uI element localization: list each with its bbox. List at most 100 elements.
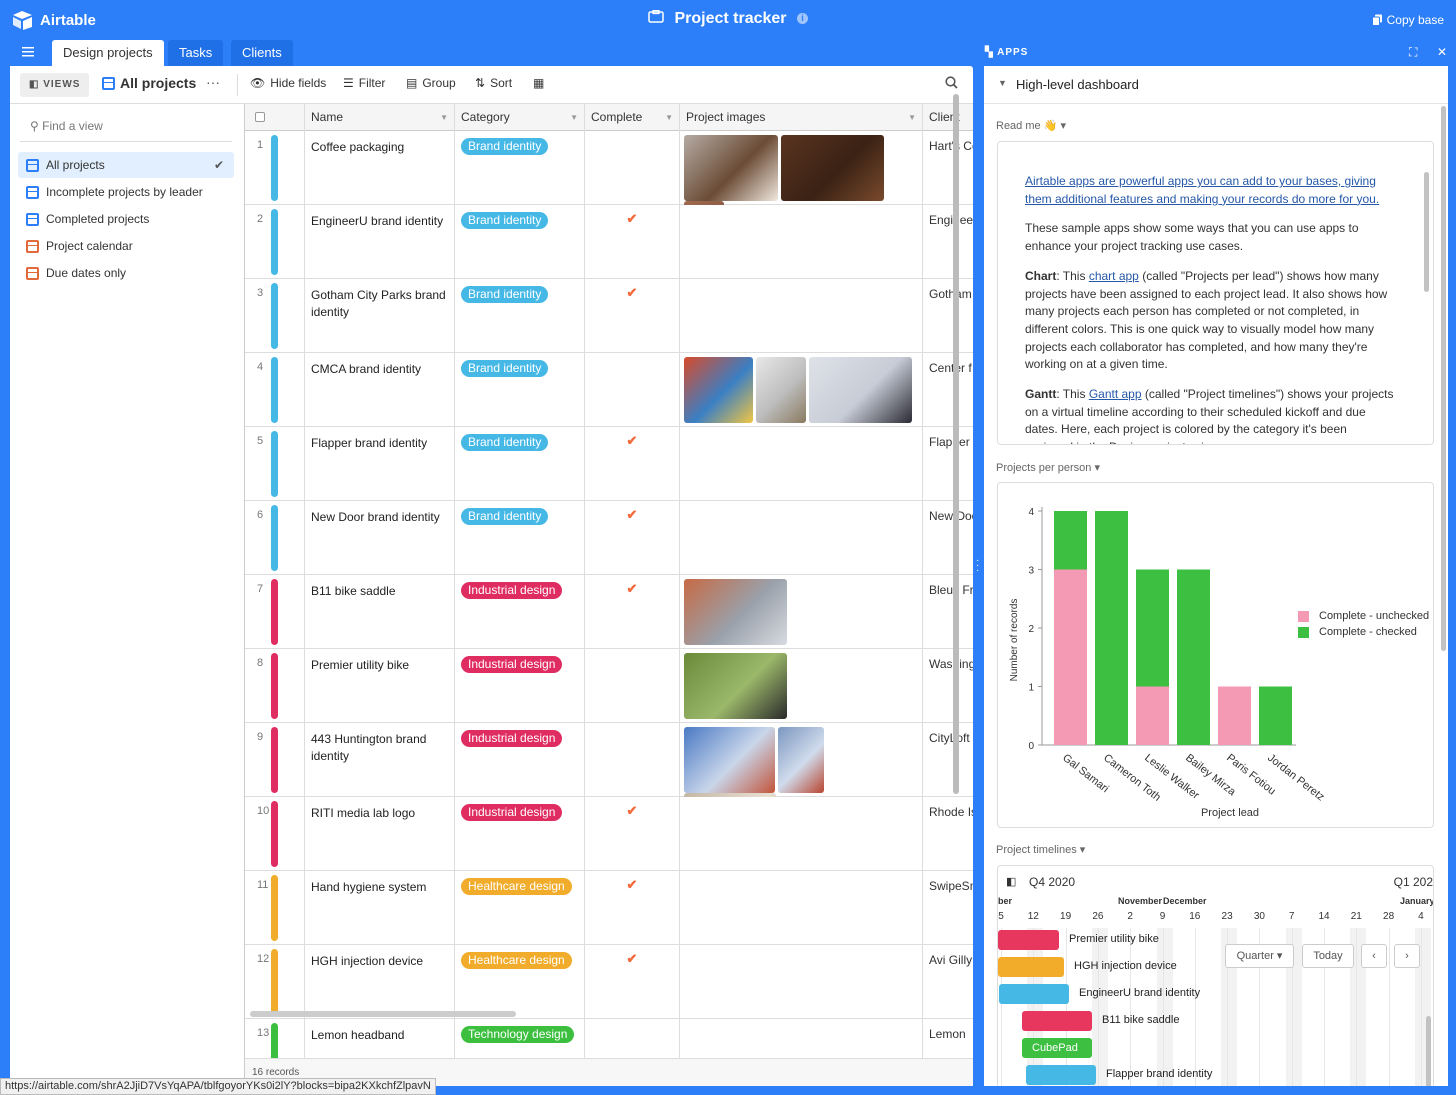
client-cell[interactable]: Center f [923,353,973,427]
category-cell[interactable]: Brand identity [455,205,585,279]
chevron-down-icon[interactable]: ▾ [1057,120,1066,132]
project-images-cell[interactable] [680,723,923,797]
base-title[interactable]: Project tracker i [0,9,1456,28]
name-cell[interactable]: RITI media lab logo [305,797,455,871]
client-cell[interactable]: SwipeSm [923,871,973,945]
column-header-complete[interactable]: Complete ▼ [585,104,680,131]
client-cell[interactable]: Rhode Is [923,797,973,871]
complete-cell[interactable]: ✔ [585,501,680,575]
table-row[interactable]: 11 Hand hygiene system Healthcare design ✔ S… [245,871,973,945]
project-images-cell[interactable] [680,871,923,945]
readme-scrollbar[interactable] [1424,172,1429,292]
column-header-client[interactable]: Client [923,104,973,131]
fullscreen-icon[interactable]: ⛶ [1409,45,1417,60]
client-cell[interactable]: EngineerU [923,205,973,279]
chart-app-label[interactable]: Projects per person ▾ [996,461,1100,474]
gantt-scrollbar[interactable] [1426,1016,1431,1086]
project-images-cell[interactable] [680,427,923,501]
complete-cell[interactable]: ✔ [585,797,680,871]
complete-cell[interactable] [585,131,680,205]
gantt-sidebar-toggle-icon[interactable]: ◧ [1006,875,1016,888]
project-images-cell[interactable] [680,501,923,575]
current-view-switcher[interactable]: All projects [102,75,196,91]
gantt-bar[interactable] [1026,1065,1096,1085]
complete-cell[interactable]: ✔ [585,575,680,649]
sidebar-view-project-calendar[interactable]: Project calendar [18,233,234,259]
gantt-app-link[interactable]: Gantt app [1089,387,1142,401]
readme-intro-link[interactable]: Airtable apps are powerful apps you can … [1025,174,1379,206]
group-button[interactable]: ▤ Group [406,76,456,90]
client-cell[interactable]: Hart's Co [923,131,973,205]
search-button[interactable] [945,76,958,89]
project-images-cell[interactable] [680,131,923,205]
project-images-cell[interactable] [680,279,923,353]
sidebar-view-due-dates-only[interactable]: Due dates only [18,260,234,286]
category-cell[interactable]: Industrial design [455,649,585,723]
category-cell[interactable]: Brand identity [455,353,585,427]
info-icon[interactable]: i [796,13,808,25]
chart-app-link[interactable]: chart app [1089,269,1139,283]
chevron-down-icon[interactable]: ▼ [665,104,673,131]
project-image-thumbnail[interactable] [684,653,787,719]
tab-design-projects[interactable]: Design projects [52,40,164,66]
name-cell[interactable]: 443 Huntington brand identity [305,723,455,797]
menu-icon[interactable] [22,45,36,59]
table-row[interactable]: 7 B11 bike saddle Industrial design ✔ Bleux … [245,575,973,649]
name-cell[interactable]: Gotham City Parks brand identity [305,279,455,353]
gantt-next-button[interactable]: › [1394,944,1420,968]
category-cell[interactable]: Healthcare design [455,871,585,945]
project-image-thumbnail[interactable] [684,727,775,793]
complete-cell[interactable]: ✔ [585,427,680,501]
project-images-cell[interactable] [680,575,923,649]
project-images-cell[interactable] [680,649,923,723]
client-cell[interactable]: Gotham [923,279,973,353]
complete-cell[interactable]: ✔ [585,871,680,945]
name-cell[interactable]: CMCA brand identity [305,353,455,427]
table-row[interactable]: 9 443 Huntington brand identity Industrial… [245,723,973,797]
gantt-today-button[interactable]: Today [1302,944,1354,968]
name-cell[interactable]: Hand hygiene system [305,871,455,945]
project-image-thumbnail[interactable] [756,357,806,423]
tab-clients[interactable]: Clients [231,40,293,66]
chevron-down-icon[interactable]: ▼ [570,104,578,131]
project-image-thumbnail[interactable] [684,135,778,201]
category-cell[interactable]: Brand identity [455,131,585,205]
category-cell[interactable]: Industrial design [455,575,585,649]
category-cell[interactable]: Healthcare design [455,945,585,1019]
client-cell[interactable]: Bleux Fr [923,575,973,649]
hide-fields-button[interactable]: 👁︎ Hide fields [250,76,326,90]
project-image-thumbnail[interactable] [778,727,824,793]
gantt-bar[interactable] [1022,1011,1092,1031]
project-images-cell[interactable] [680,205,923,279]
category-cell[interactable]: Industrial design [455,723,585,797]
gantt-bar-cubepad[interactable]: CubePad [1022,1038,1092,1058]
name-cell[interactable]: Premier utility bike [305,649,455,723]
name-cell[interactable]: B11 bike saddle [305,575,455,649]
client-cell[interactable]: CityLoft [923,723,973,797]
chevron-down-icon[interactable]: ▾ [1077,844,1086,856]
gantt-bar[interactable] [998,957,1064,977]
copy-base-button[interactable]: Copy base [1371,13,1444,27]
views-toggle-button[interactable]: ◧ VIEWS [20,73,90,97]
column-header-project-images[interactable]: Project images ▼ [680,104,923,131]
complete-cell[interactable]: ✔ [585,205,680,279]
chevron-down-icon[interactable]: ▾ [1091,462,1100,474]
sidebar-view-all-projects[interactable]: All projects ✔ [18,152,234,178]
category-cell[interactable]: Brand identity [455,427,585,501]
client-cell[interactable]: Washing [923,649,973,723]
complete-cell[interactable] [585,649,680,723]
project-images-cell[interactable] [680,353,923,427]
sort-button[interactable]: ⇅ Sort [475,76,512,90]
project-image-thumbnail[interactable] [684,357,753,423]
name-cell[interactable]: Flapper brand identity [305,427,455,501]
project-image-thumbnail[interactable] [809,357,912,423]
chevron-down-icon[interactable]: ▼ [440,104,448,131]
name-cell[interactable]: Coffee packaging [305,131,455,205]
chevron-down-icon[interactable]: ▼ [908,104,916,131]
table-row[interactable]: 5 Flapper brand identity Brand identity ✔ Fl… [245,427,973,501]
readme-app-label[interactable]: Read me 👋 ▾ [996,119,1066,132]
complete-cell[interactable]: ✔ [585,279,680,353]
column-header-name[interactable]: Name ▼ [305,104,455,131]
sidebar-view-completed-projects[interactable]: Completed projects [18,206,234,232]
timeline-app-label[interactable]: Project timelines ▾ [996,843,1085,856]
